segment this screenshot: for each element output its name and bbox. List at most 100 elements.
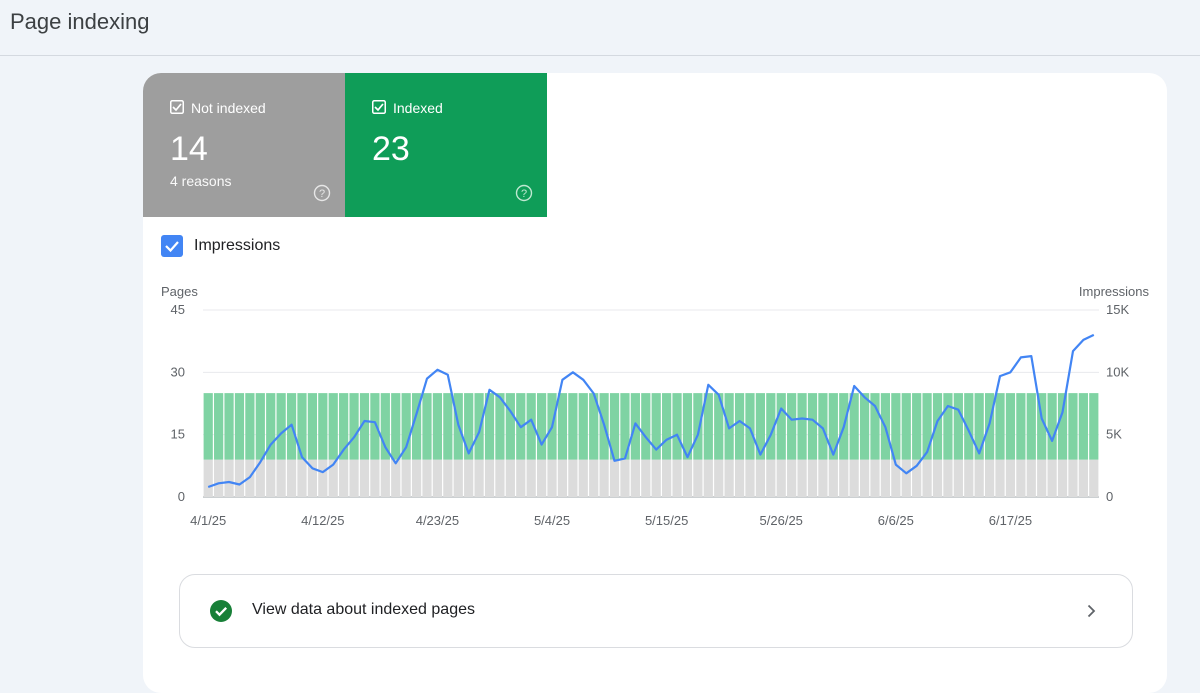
bar-not-indexed xyxy=(1057,459,1068,497)
bar-not-indexed xyxy=(401,459,411,497)
bar-indexed xyxy=(1047,393,1057,460)
bar-not-indexed xyxy=(380,459,390,497)
bar-not-indexed xyxy=(318,459,328,497)
bar-not-indexed xyxy=(370,459,380,497)
bar-not-indexed xyxy=(432,459,443,497)
bar-not-indexed xyxy=(1089,459,1099,497)
bar-not-indexed xyxy=(974,459,984,497)
bar-indexed xyxy=(797,393,807,460)
x-tick-label: 5/4/25 xyxy=(534,513,570,528)
bar-indexed xyxy=(307,393,318,460)
bar-not-indexed xyxy=(516,459,526,497)
left-tick-label: 45 xyxy=(171,302,185,317)
bar-not-indexed xyxy=(984,459,995,497)
bar-not-indexed xyxy=(536,459,547,497)
bar-not-indexed xyxy=(797,459,807,497)
bar-not-indexed xyxy=(880,459,891,497)
bar-not-indexed xyxy=(568,459,578,497)
bar-indexed xyxy=(641,393,651,460)
bar-not-indexed xyxy=(474,459,484,497)
bar-not-indexed xyxy=(203,459,213,497)
chevron-right-icon xyxy=(1087,604,1096,618)
bar-not-indexed xyxy=(484,459,495,497)
bar-indexed xyxy=(912,393,922,460)
help-icon[interactable]: ? xyxy=(313,184,331,202)
bar-indexed xyxy=(943,393,953,460)
right-tick-label: 10K xyxy=(1106,364,1129,379)
bar-not-indexed xyxy=(599,459,609,497)
bar-not-indexed xyxy=(339,459,349,497)
page-header: Page indexing xyxy=(0,0,1200,56)
bar-indexed xyxy=(391,393,401,460)
indexing-chart: Pages Impressions 0 15 30 45 0 5K 10K 15K 4/1/… xyxy=(161,284,1150,528)
bar-not-indexed xyxy=(1005,459,1016,497)
bar-indexed xyxy=(432,393,443,460)
bar-not-indexed xyxy=(995,459,1005,497)
bar-indexed xyxy=(859,393,870,460)
bar-indexed xyxy=(536,393,547,460)
bar-indexed xyxy=(578,393,588,460)
impressions-checkbox[interactable] xyxy=(161,235,183,257)
bar-indexed xyxy=(1016,393,1026,460)
bar-indexed xyxy=(995,393,1005,460)
bar-not-indexed xyxy=(964,459,974,497)
checkbox-icon[interactable] xyxy=(372,100,386,114)
bar-not-indexed xyxy=(464,459,474,497)
checkbox-icon[interactable] xyxy=(170,100,184,114)
bar-not-indexed xyxy=(859,459,870,497)
bar-indexed xyxy=(328,393,338,460)
bar-indexed xyxy=(1005,393,1016,460)
bar-not-indexed xyxy=(453,459,463,497)
bar-indexed xyxy=(245,393,255,460)
bar-not-indexed xyxy=(818,459,828,497)
x-tick-label: 4/1/25 xyxy=(190,513,226,528)
bar-indexed xyxy=(401,393,411,460)
bar-not-indexed xyxy=(755,459,766,497)
view-indexed-pages-link[interactable]: View data about indexed pages xyxy=(179,574,1133,648)
bar-not-indexed xyxy=(557,459,568,497)
left-tick-label: 30 xyxy=(171,364,185,379)
bar-not-indexed xyxy=(578,459,588,497)
x-tick-label: 6/6/25 xyxy=(878,513,914,528)
bar-not-indexed xyxy=(234,459,245,497)
bar-not-indexed xyxy=(422,459,432,497)
bar-not-indexed xyxy=(682,459,693,497)
bar-not-indexed xyxy=(1078,459,1088,497)
bar-indexed xyxy=(1026,393,1036,460)
bar-not-indexed xyxy=(1068,459,1078,497)
bar-not-indexed xyxy=(266,459,276,497)
bar-indexed xyxy=(422,393,432,460)
bar-indexed xyxy=(474,393,484,460)
check-circle-icon xyxy=(210,600,232,622)
bar-not-indexed xyxy=(776,459,786,497)
bar-not-indexed xyxy=(495,459,505,497)
left-axis-label: Pages xyxy=(161,284,198,299)
bar-indexed xyxy=(203,393,213,460)
x-tick-label: 4/23/25 xyxy=(416,513,459,528)
bar-not-indexed xyxy=(411,459,422,497)
bar-not-indexed xyxy=(609,459,620,497)
bar-not-indexed xyxy=(630,459,640,497)
bar-not-indexed xyxy=(703,459,713,497)
bar-not-indexed xyxy=(828,459,838,497)
bar-indexed xyxy=(1057,393,1068,460)
tile-value: 14 xyxy=(170,130,208,168)
svg-text:?: ? xyxy=(521,188,527,200)
bar-not-indexed xyxy=(734,459,745,497)
bar-not-indexed xyxy=(1037,459,1047,497)
bar-indexed xyxy=(807,393,818,460)
bar-not-indexed xyxy=(1016,459,1026,497)
tile-indexed[interactable]: Indexed 23 ? xyxy=(345,73,547,217)
bar-indexed xyxy=(787,393,797,460)
bar-not-indexed xyxy=(839,459,849,497)
bar-not-indexed xyxy=(693,459,703,497)
bar-not-indexed xyxy=(297,459,307,497)
bar-indexed xyxy=(1089,393,1099,460)
help-icon[interactable]: ? xyxy=(515,184,533,202)
tile-sub: 4 reasons xyxy=(170,173,232,189)
bar-not-indexed xyxy=(870,459,880,497)
bar-indexed xyxy=(380,393,390,460)
bar-not-indexed xyxy=(787,459,797,497)
tile-not-indexed[interactable]: Not indexed 14 4 reasons ? xyxy=(143,73,345,217)
bar-not-indexed xyxy=(443,459,453,497)
